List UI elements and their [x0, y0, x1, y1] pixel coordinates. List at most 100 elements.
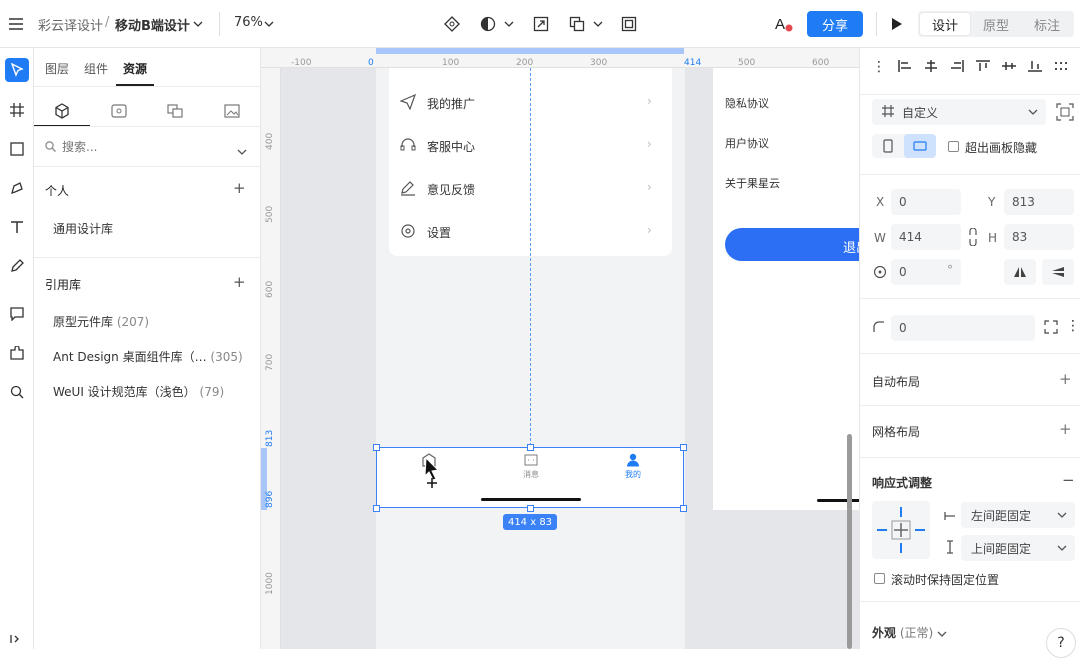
tab-components[interactable]: 组件 [84, 60, 108, 77]
style-icon[interactable] [91, 96, 147, 126]
collapse-icon[interactable]: − [1062, 471, 1075, 489]
flip-horizontal-icon[interactable] [1004, 259, 1036, 285]
corner-radius-input[interactable]: 0 [891, 315, 1035, 341]
settings-frame[interactable]: 隐私协议 用户协议 关于果星云 退出 [713, 68, 859, 510]
component-lib-icon[interactable] [34, 96, 90, 126]
fit-content-icon[interactable] [1056, 103, 1074, 124]
tab-assets[interactable]: 资源 [123, 60, 147, 77]
rotation-value: 0 [899, 265, 907, 279]
align-hcenter-icon[interactable] [924, 59, 938, 75]
edit-icon [400, 180, 416, 196]
flip-vertical-icon[interactable] [1042, 259, 1074, 285]
rotation-input[interactable]: 0 ° [891, 259, 961, 285]
ruler-tick: 600 [265, 280, 275, 298]
play-icon[interactable] [885, 12, 909, 36]
align-left-icon[interactable] [898, 59, 912, 75]
add-personal-icon[interactable]: + [233, 179, 246, 197]
resize-handle[interactable] [527, 444, 534, 451]
portrait-icon[interactable] [872, 134, 904, 158]
library-item[interactable]: 原型元件库 (207) [53, 313, 149, 330]
canvas-scrollbar[interactable] [847, 434, 852, 649]
resize-handle[interactable] [680, 505, 687, 512]
resize-icon[interactable] [529, 12, 553, 36]
chevron-down-icon[interactable] [586, 12, 610, 36]
horizontal-constraint-select[interactable]: 左间距固定 [961, 502, 1075, 528]
mobile-frame[interactable]: 我的推广 › 客服中心 › 意见反馈 › 设置 › [376, 68, 685, 649]
clip-content-checkbox[interactable] [948, 141, 959, 152]
vertical-constraint-select[interactable]: 上间距固定 [961, 535, 1075, 561]
user-agreement-item[interactable]: 用户协议 [725, 135, 769, 151]
plugin-icon[interactable] [5, 341, 29, 365]
expand-icon[interactable] [5, 631, 29, 647]
constraint-widget[interactable] [872, 501, 930, 559]
align-vcenter-icon[interactable] [1002, 60, 1016, 75]
add-ref-library-icon[interactable]: + [233, 273, 246, 291]
more-icon[interactable]: ⋮ [872, 59, 886, 75]
chevron-down-icon[interactable] [237, 144, 247, 158]
pen-tool-icon[interactable] [5, 176, 29, 200]
search-icon[interactable] [5, 380, 29, 404]
search-input[interactable] [62, 137, 222, 157]
more-icon[interactable]: ⋮ [1066, 318, 1080, 334]
align-bottom-icon[interactable] [1028, 60, 1042, 75]
library-item[interactable]: Ant Design 桌面组件库（… (305) [53, 348, 243, 365]
tab-design[interactable]: 设计 [920, 13, 970, 35]
project-name[interactable]: 彩云译设计 [38, 15, 103, 34]
library-name: 原型元件库 [53, 315, 114, 329]
align-right-icon[interactable] [950, 59, 964, 75]
rectangle-tool-icon[interactable] [5, 137, 29, 161]
resize-handle[interactable] [527, 505, 534, 512]
comment-tool-icon[interactable] [5, 302, 29, 326]
width-input[interactable]: 414 [891, 224, 961, 250]
constrain-ratio-icon[interactable] [968, 227, 978, 249]
y-input[interactable]: 813 [1004, 189, 1074, 215]
add-auto-layout-icon[interactable]: + [1059, 370, 1072, 388]
ruler-tick: 500 [265, 205, 275, 223]
fixed-scroll-label: 滚动时保持固定位置 [891, 573, 1000, 587]
chevron-down-icon[interactable] [257, 12, 281, 36]
frame-icon[interactable] [617, 12, 641, 36]
library-item[interactable]: WeUI 设计规范库（浅色） (79) [53, 383, 224, 400]
component-icon[interactable] [440, 12, 464, 36]
resize-handle[interactable] [680, 444, 687, 451]
add-grid-layout-icon[interactable]: + [1059, 420, 1072, 438]
text-tool-icon[interactable] [5, 215, 29, 239]
frame-type-select[interactable]: 自定义 [872, 99, 1046, 125]
height-input[interactable]: 83 [1004, 224, 1074, 250]
tab-layers[interactable]: 图层 [45, 60, 69, 77]
resize-handle[interactable] [373, 505, 380, 512]
font-icon[interactable]: A [772, 12, 796, 36]
distribute-icon[interactable] [1054, 60, 1070, 75]
tab-mine[interactable]: 我的 [613, 453, 653, 480]
ruler-tick: 300 [590, 58, 608, 68]
library-item[interactable]: 通用设计库 [53, 220, 113, 237]
logout-button[interactable]: 退出 [725, 228, 859, 261]
degree-unit: ° [947, 263, 953, 277]
canvas[interactable]: -100 0 100 200 300 414 500 600 400 500 6… [261, 48, 859, 649]
tab-annotate[interactable]: 标注 [1022, 13, 1072, 35]
align-top-icon[interactable] [976, 59, 990, 75]
about-item[interactable]: 关于果星云 [725, 175, 780, 191]
fixed-scroll-checkbox[interactable] [874, 573, 885, 584]
independent-corners-icon[interactable] [1044, 320, 1058, 337]
x-input[interactable]: 0 [891, 189, 961, 215]
menu-icon[interactable] [4, 12, 28, 36]
appearance-title[interactable]: 外观 (正常) [872, 624, 947, 641]
shapes-icon[interactable] [147, 96, 203, 126]
center-guide [530, 68, 531, 446]
tab-messages[interactable]: 消息 [511, 453, 551, 480]
help-button[interactable]: ? [1046, 628, 1076, 658]
chevron-down-icon[interactable] [497, 12, 521, 36]
select-tool-icon[interactable] [5, 58, 29, 82]
share-button[interactable]: 分享 [807, 11, 863, 37]
frame-tool-icon[interactable] [5, 98, 29, 122]
privacy-policy-item[interactable]: 隐私协议 [725, 95, 769, 111]
file-name[interactable]: 移动B端设计 [115, 15, 190, 34]
chevron-down-icon[interactable] [186, 12, 210, 36]
pencil-tool-icon[interactable] [5, 254, 29, 278]
tab-prototype[interactable]: 原型 [971, 13, 1021, 35]
resize-handle[interactable] [373, 444, 380, 451]
image-icon[interactable] [204, 96, 260, 126]
library-name: WeUI 设计规范库（浅色） [53, 385, 196, 399]
landscape-icon[interactable] [904, 134, 936, 158]
